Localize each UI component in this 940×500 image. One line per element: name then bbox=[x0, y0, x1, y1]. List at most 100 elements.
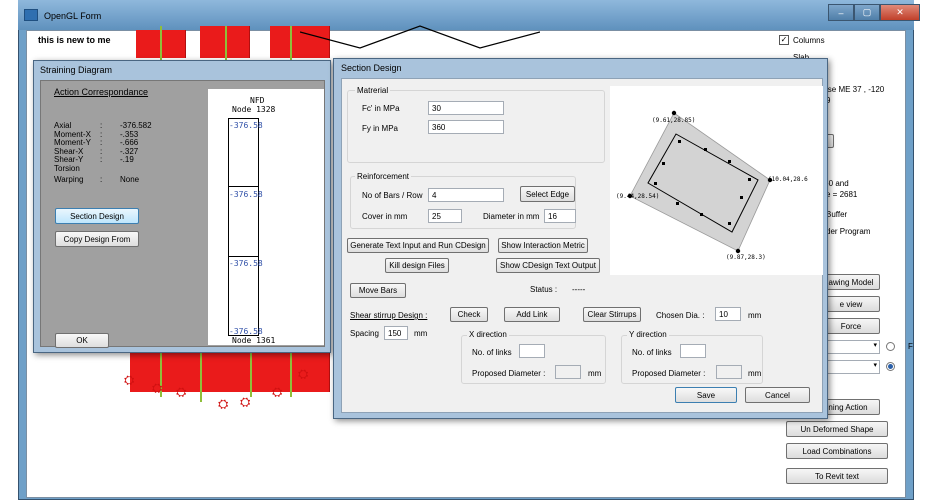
chosen-dia-input[interactable]: 10 bbox=[715, 307, 741, 321]
support-icon: ⛭ bbox=[124, 372, 135, 387]
nfd-title: NFD bbox=[250, 96, 265, 105]
app-title: OpenGL Form bbox=[44, 11, 102, 21]
section-design-button[interactable]: Section Design bbox=[55, 208, 139, 224]
support-icon: ⛭ bbox=[240, 394, 251, 409]
preview-point-left: (9.44,28.54) bbox=[616, 193, 660, 200]
support-icon: ⛭ bbox=[298, 366, 309, 381]
nfd-node-bottom: Node 1361 bbox=[232, 336, 276, 345]
force-button[interactable]: Force bbox=[822, 318, 880, 334]
fc-label: Fc' in MPa bbox=[362, 104, 400, 113]
fy-input[interactable]: 360 bbox=[428, 120, 504, 134]
spacing-input[interactable]: 150 bbox=[384, 326, 408, 340]
combo-box-2[interactable]: ▾ bbox=[822, 360, 880, 374]
preview-point-bottom: (9.87,28.3) bbox=[726, 254, 766, 261]
chosen-dia-label: Chosen Dia. : bbox=[656, 311, 705, 320]
nfd-node-top: Node 1328 bbox=[232, 105, 276, 114]
save-button[interactable]: Save bbox=[675, 387, 737, 403]
load-combinations-button[interactable]: Load Combinations bbox=[786, 443, 888, 459]
y-diameter-input[interactable] bbox=[716, 365, 742, 379]
action-row: Warping: None bbox=[54, 174, 140, 184]
diameter-input[interactable]: 16 bbox=[544, 209, 576, 223]
status-value: ----- bbox=[572, 285, 586, 294]
maximize-button[interactable]: ▢ bbox=[854, 4, 880, 21]
app-icon bbox=[24, 9, 38, 21]
drawing-model-button[interactable]: awing Model bbox=[822, 274, 880, 290]
x-diameter-label: Proposed Diameter : bbox=[472, 369, 546, 378]
material-legend: Matrerial bbox=[355, 86, 391, 95]
chosen-dia-unit: mm bbox=[748, 311, 762, 320]
minimize-button[interactable]: – bbox=[828, 4, 854, 21]
y-links-label: No. of links bbox=[632, 348, 672, 357]
check-button[interactable]: Check bbox=[450, 307, 488, 322]
reinforcement-legend: Reinforcement bbox=[355, 172, 412, 181]
kill-design-files-button[interactable]: Kill design Files bbox=[385, 258, 449, 273]
support-icon: ⛭ bbox=[272, 384, 283, 399]
spacing-unit: mm bbox=[414, 329, 428, 338]
x-links-label: No. of links bbox=[472, 348, 512, 357]
radio-label: F bbox=[908, 342, 913, 351]
to-revit-text-button[interactable]: To Revit text bbox=[786, 468, 888, 484]
support-icon: ⛭ bbox=[218, 396, 229, 411]
action-heading: Action Correspondance bbox=[54, 87, 149, 97]
columns-label: Columns bbox=[793, 36, 825, 45]
info-text-1: ise ME 37 , -120 bbox=[826, 85, 885, 94]
nfd-diagram bbox=[208, 89, 324, 345]
columns-checkbox[interactable]: ✓ bbox=[779, 35, 789, 45]
add-link-button[interactable]: Add Link bbox=[504, 307, 560, 322]
info-text-4: e = 2681 bbox=[826, 190, 858, 199]
close-button[interactable]: ✕ bbox=[880, 4, 920, 21]
x-diameter-input[interactable] bbox=[555, 365, 581, 379]
action-row: Torsion bbox=[54, 163, 80, 173]
support-icon: ⛭ bbox=[152, 380, 163, 395]
nfd-value: -376.58 bbox=[229, 327, 263, 336]
support-icon: ⛭ bbox=[176, 384, 187, 399]
show-interaction-metric-button[interactable]: Show Interaction Metric bbox=[498, 238, 588, 253]
fc-input[interactable]: 30 bbox=[428, 101, 504, 115]
bars-input[interactable]: 4 bbox=[428, 188, 504, 202]
x-direction-legend: X direction bbox=[467, 330, 509, 339]
select-edge-button[interactable]: Select Edge bbox=[520, 186, 575, 202]
action-table: Axial: -376.582 Moment-X: -.353 Moment-Y: -… bbox=[54, 121, 184, 184]
section-title: Section Design bbox=[341, 63, 402, 73]
nfd-divider bbox=[228, 186, 259, 187]
structure-lines bbox=[300, 25, 540, 49]
shear-stirrup-label: Shear stirrup Design : bbox=[350, 311, 428, 320]
bars-label: No of Bars / Row bbox=[362, 191, 423, 200]
radio-button-2[interactable] bbox=[886, 362, 895, 371]
undeformed-shape-button[interactable]: Un Deformed Shape bbox=[786, 421, 888, 437]
nfd-value: -376.58 bbox=[229, 259, 263, 268]
copy-design-from-button[interactable]: Copy Design From bbox=[55, 231, 139, 247]
generate-run-cdesign-button[interactable]: Generate Text Input and Run CDesign bbox=[347, 238, 489, 253]
y-diameter-label: Proposed Diameter : bbox=[632, 369, 706, 378]
y-links-input[interactable] bbox=[680, 344, 706, 358]
status-label: Status : bbox=[530, 285, 558, 294]
fy-label: Fy in MPa bbox=[362, 124, 399, 133]
x-links-input[interactable] bbox=[519, 344, 545, 358]
combo-box-1[interactable]: ▾ bbox=[822, 340, 880, 354]
spacing-label: Spacing bbox=[350, 329, 379, 338]
clear-stirrups-button[interactable]: Clear Stirrups bbox=[583, 307, 641, 322]
move-bars-button[interactable]: Move Bars bbox=[350, 283, 406, 298]
preview-point-right: (10.04,28.6 bbox=[768, 176, 808, 183]
reinforcement-group bbox=[350, 176, 576, 229]
radio-button-1[interactable] bbox=[886, 342, 895, 351]
info-text-6: der Program bbox=[826, 227, 871, 236]
cancel-button[interactable]: Cancel bbox=[745, 387, 810, 403]
canvas-text: this is new to me bbox=[38, 35, 111, 45]
nfd-divider bbox=[228, 256, 259, 257]
diameter-label: Diameter in mm bbox=[483, 212, 540, 221]
ok-button[interactable]: OK bbox=[55, 333, 109, 348]
nfd-value: -376.58 bbox=[229, 190, 263, 199]
y-diameter-unit: mm bbox=[748, 369, 762, 378]
window-controls: – ▢ ✕ bbox=[828, 4, 920, 21]
y-direction-legend: Y direction bbox=[627, 330, 669, 339]
show-cdesign-output-button[interactable]: Show CDesign Text Output bbox=[496, 258, 600, 273]
info-text-5: Buffer bbox=[826, 210, 848, 219]
cover-input[interactable]: 25 bbox=[428, 209, 462, 223]
x-diameter-unit: mm bbox=[588, 369, 602, 378]
info-text-3: -0 and bbox=[826, 179, 849, 188]
view-button[interactable]: e view bbox=[822, 296, 880, 312]
nfd-value: -376.58 bbox=[229, 121, 263, 130]
cover-label: Cover in mm bbox=[362, 212, 408, 221]
straining-title: Straining Diagram bbox=[40, 65, 113, 75]
